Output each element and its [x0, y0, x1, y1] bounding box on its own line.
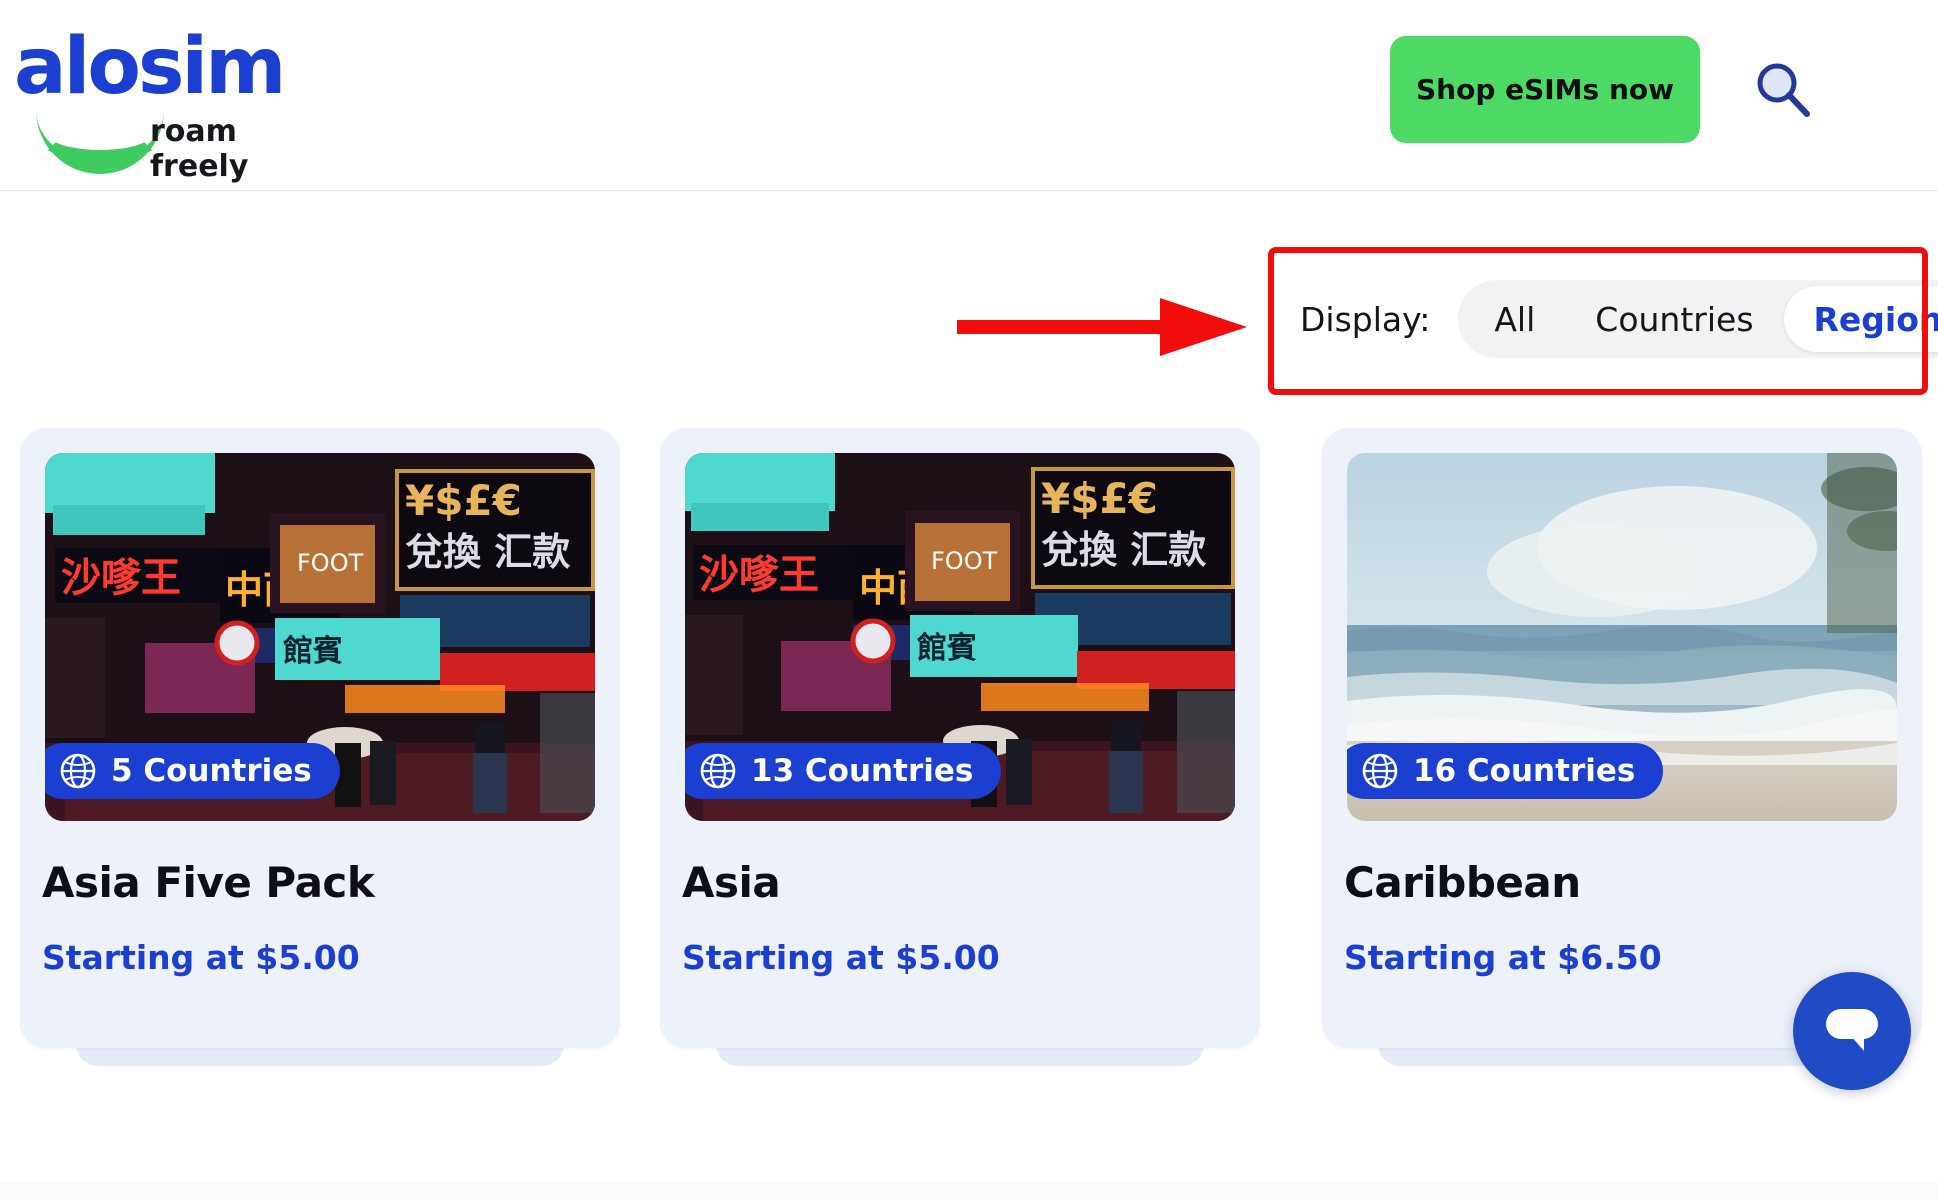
country-count-badge: 16 Countries	[1347, 743, 1664, 799]
chat-bubble-icon	[1826, 1009, 1878, 1051]
svg-text:兌換 汇款: 兌換 汇款	[405, 530, 570, 574]
page-root: alosim roam freely Shop eSIMs now Displa…	[0, 0, 1938, 1200]
svg-text:FOOT: FOOT	[297, 549, 364, 577]
logo-wordmark: alosim	[14, 22, 286, 112]
logo-smile-icon	[36, 106, 164, 174]
svg-text:館賓: 館賓	[917, 631, 977, 666]
card-price: Starting at $5.00	[42, 938, 360, 977]
card-image: 16 Countries	[1347, 453, 1897, 821]
chat-widget-button[interactable]	[1793, 972, 1911, 1090]
search-icon	[1757, 63, 1810, 117]
annotation-arrow-icon	[957, 298, 1247, 356]
card-title: Asia	[682, 858, 781, 907]
logo-tagline: roam freely	[150, 114, 249, 184]
globe-icon	[60, 753, 96, 789]
display-filter: Display: All Countries Regions	[1300, 280, 1938, 358]
country-count-badge: 13 Countries	[685, 743, 1002, 799]
country-count-label: 16 Countries	[1413, 753, 1636, 789]
globe-icon	[1362, 753, 1398, 789]
display-filter-label: Display:	[1300, 299, 1431, 339]
svg-text:¥$£€: ¥$£€	[1041, 474, 1158, 523]
card-price: Starting at $6.50	[1344, 938, 1662, 977]
country-count-label: 5 Countries	[111, 753, 312, 789]
card-image: 沙嗲王 中西 FOOT ¥$£€ 兌換 汇款 館賓	[685, 453, 1235, 821]
filter-option-countries[interactable]: Countries	[1565, 286, 1783, 352]
plan-card[interactable]: 沙嗲王 中西 FOOT ¥$£€ 兌換 汇款 館賓	[660, 428, 1260, 1048]
site-header: alosim roam freely Shop eSIMs now	[0, 0, 1938, 191]
site-logo[interactable]: alosim roam freely	[14, 22, 314, 184]
plan-card-grid: 沙嗲王 中西 FOOT ¥$£€ 兌換 汇款 館賓 5 Countries As…	[0, 428, 1938, 1068]
svg-text:館賓: 館賓	[283, 634, 343, 669]
search-button[interactable]	[1752, 58, 1814, 120]
filter-option-all[interactable]: All	[1464, 286, 1565, 352]
page-bottom-edge	[0, 1182, 1938, 1200]
filter-option-regions[interactable]: Regions	[1783, 286, 1938, 352]
svg-text:FOOT: FOOT	[931, 547, 998, 575]
plan-card[interactable]: 16 Countries Caribbean Starting at $6.50	[1322, 428, 1922, 1048]
svg-text:兌換 汇款: 兌換 汇款	[1041, 528, 1206, 572]
shop-esims-button[interactable]: Shop eSIMs now	[1390, 36, 1700, 143]
svg-text:沙嗲王: 沙嗲王	[61, 555, 181, 601]
card-price: Starting at $5.00	[682, 938, 1000, 977]
display-segmented-control: All Countries Regions	[1458, 280, 1938, 358]
country-count-badge: 5 Countries	[45, 743, 340, 799]
card-title: Asia Five Pack	[42, 858, 375, 907]
country-count-label: 13 Countries	[751, 753, 974, 789]
svg-text:沙嗲王: 沙嗲王	[699, 552, 819, 598]
card-title: Caribbean	[1344, 858, 1581, 907]
plan-card[interactable]: 沙嗲王 中西 FOOT ¥$£€ 兌換 汇款 館賓	[20, 428, 620, 1048]
globe-icon	[700, 753, 736, 789]
card-image: 沙嗲王 中西 FOOT ¥$£€ 兌換 汇款 館賓	[45, 453, 595, 821]
svg-text:¥$£€: ¥$£€	[405, 476, 522, 525]
menu-button[interactable]	[1855, 62, 1917, 112]
